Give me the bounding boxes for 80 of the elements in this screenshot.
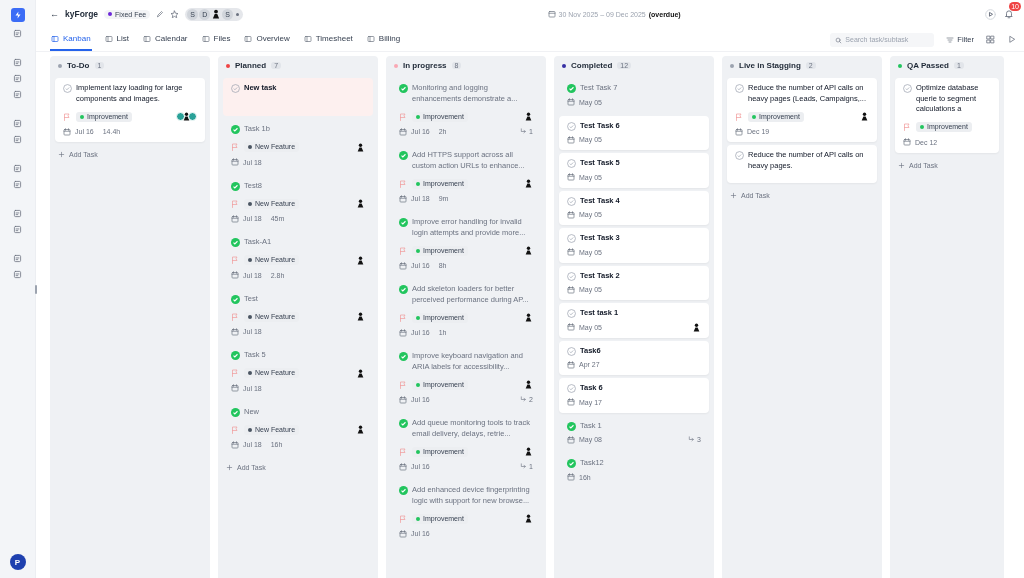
check-circle-icon[interactable] <box>399 285 408 294</box>
flag-icon <box>735 112 743 121</box>
check-circle-icon[interactable] <box>399 84 408 93</box>
flag-icon <box>399 380 407 389</box>
plus-icon <box>730 192 737 199</box>
view-tab[interactable]: Calendar <box>142 28 189 51</box>
check-circle-icon[interactable] <box>567 196 576 206</box>
view-tab[interactable]: List <box>103 28 131 51</box>
flag-icon <box>231 369 239 377</box>
person-icon <box>182 112 191 121</box>
bell-icon[interactable] <box>1004 9 1014 19</box>
check-circle-icon[interactable] <box>399 151 408 160</box>
grid-icon[interactable] <box>986 35 995 44</box>
edit-icon[interactable] <box>156 10 165 18</box>
check-circle-icon[interactable] <box>735 151 744 160</box>
flag-icon <box>399 447 407 456</box>
check-circle-icon[interactable] <box>567 421 576 431</box>
column-title: Planned <box>235 61 267 70</box>
column-title: Completed <box>571 61 613 70</box>
check-circle-icon[interactable] <box>903 84 912 93</box>
flag-icon <box>399 179 407 188</box>
column-title: To-Do <box>67 61 90 70</box>
check-circle-icon[interactable] <box>231 238 240 247</box>
check-circle-icon[interactable] <box>231 125 240 134</box>
column-title: In progress <box>403 61 447 70</box>
plus-icon <box>898 161 905 169</box>
check-circle-icon[interactable] <box>567 346 576 356</box>
flag-icon <box>399 313 407 322</box>
resize-handle[interactable] <box>35 285 37 294</box>
column-title: QA Passed <box>907 61 949 70</box>
check-circle-icon[interactable] <box>567 459 576 468</box>
check-circle-icon[interactable] <box>399 352 408 361</box>
flag-icon <box>231 312 239 321</box>
star-icon[interactable] <box>170 9 180 19</box>
subtask-icon <box>520 396 528 403</box>
user-avatar[interactable]: P <box>9 554 26 570</box>
plus-icon <box>58 151 65 158</box>
check-circle-icon[interactable] <box>567 84 576 93</box>
check-circle-icon[interactable] <box>567 384 576 393</box>
flag-icon <box>231 143 239 151</box>
check-circle-icon[interactable] <box>399 218 408 227</box>
check-circle-icon[interactable] <box>63 84 72 93</box>
column-title: Live in Stagging <box>739 61 801 70</box>
check-circle-icon[interactable] <box>567 234 576 243</box>
filter-icon <box>946 35 955 44</box>
flag-icon <box>399 514 407 523</box>
check-circle-icon[interactable] <box>735 84 744 93</box>
flag-icon <box>63 112 71 121</box>
flag-icon <box>399 112 407 121</box>
view-tab[interactable]: Billing <box>365 28 402 51</box>
project-title: kyForge <box>65 9 99 19</box>
check-circle-icon[interactable] <box>231 407 240 417</box>
flag-icon <box>903 123 911 131</box>
check-circle-icon[interactable] <box>399 486 408 495</box>
subtask-icon <box>688 436 696 443</box>
view-tab[interactable]: Timesheet <box>302 28 354 51</box>
subtask-icon <box>520 463 528 470</box>
check-circle-icon[interactable] <box>567 159 576 168</box>
view-tab[interactable]: Kanban <box>50 28 92 51</box>
flag-icon <box>231 425 239 434</box>
play-icon[interactable] <box>1007 35 1016 44</box>
play-icon[interactable] <box>985 8 996 20</box>
check-circle-icon[interactable] <box>567 121 576 131</box>
check-circle-icon[interactable] <box>231 351 240 360</box>
flag-icon <box>399 246 407 255</box>
flag-icon <box>231 199 239 208</box>
check-circle-icon[interactable] <box>231 294 240 304</box>
check-circle-icon[interactable] <box>567 271 576 281</box>
flag-icon <box>231 256 239 264</box>
view-tab[interactable]: Files <box>200 28 232 51</box>
check-circle-icon[interactable] <box>231 181 240 191</box>
check-circle-icon[interactable] <box>567 309 576 318</box>
back-button[interactable]: ← <box>50 9 59 19</box>
subtask-icon <box>520 128 528 135</box>
view-tab[interactable]: Overview <box>243 28 291 51</box>
app-logo[interactable] <box>10 8 25 22</box>
plus-icon <box>226 464 233 471</box>
check-circle-icon[interactable] <box>399 419 408 428</box>
check-circle-icon[interactable] <box>231 84 240 93</box>
person-icon <box>211 9 222 19</box>
